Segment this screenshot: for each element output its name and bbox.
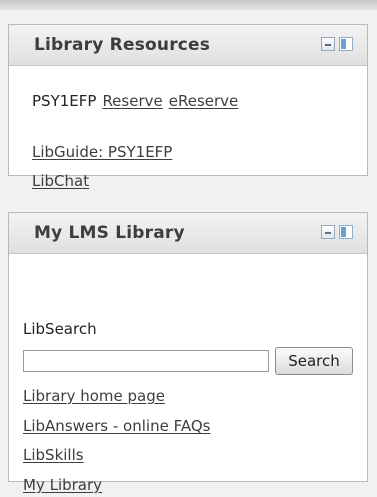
dock-panel-icon[interactable] bbox=[339, 225, 353, 239]
my-library-link[interactable]: My Library bbox=[23, 476, 102, 494]
my-lms-library-title: My LMS Library bbox=[34, 223, 185, 243]
library-resources-title: Library Resources bbox=[34, 35, 211, 55]
minimize-icon[interactable] bbox=[321, 225, 335, 239]
my-lms-library-header: My LMS Library bbox=[9, 213, 367, 254]
library-resources-header: Library Resources bbox=[9, 25, 367, 66]
reserve-link[interactable]: Reserve bbox=[102, 92, 162, 110]
course-reserve-row: PSY1EFP Reserve eReserve bbox=[32, 92, 238, 110]
libguide-link[interactable]: LibGuide: PSY1EFP bbox=[32, 143, 172, 161]
ereserve-link[interactable]: eReserve bbox=[169, 92, 239, 110]
search-button[interactable]: Search bbox=[275, 347, 353, 375]
my-lms-library-panel: My LMS Library LibSearch Search Library … bbox=[8, 212, 368, 494]
top-strip bbox=[0, 0, 377, 10]
library-home-page-link[interactable]: Library home page bbox=[23, 387, 165, 405]
libsearch-input[interactable] bbox=[23, 350, 269, 372]
dock-panel-icon[interactable] bbox=[339, 37, 353, 51]
libanswers-link[interactable]: LibAnswers - online FAQs bbox=[23, 417, 210, 435]
library-resources-panel: Library Resources PSY1EFP Reserve eReserve… bbox=[8, 24, 368, 190]
page: Library Resources PSY1EFP Reserve eReserve… bbox=[0, 0, 377, 497]
libskills-link[interactable]: LibSkills bbox=[23, 446, 84, 464]
minimize-icon[interactable] bbox=[321, 37, 335, 51]
libsearch-label: LibSearch bbox=[23, 320, 97, 338]
library-resources-header-icons bbox=[321, 37, 353, 53]
my-lms-library-header-icons bbox=[321, 225, 353, 241]
libchat-link[interactable]: LibChat bbox=[32, 172, 89, 190]
course-code: PSY1EFP bbox=[32, 92, 97, 110]
